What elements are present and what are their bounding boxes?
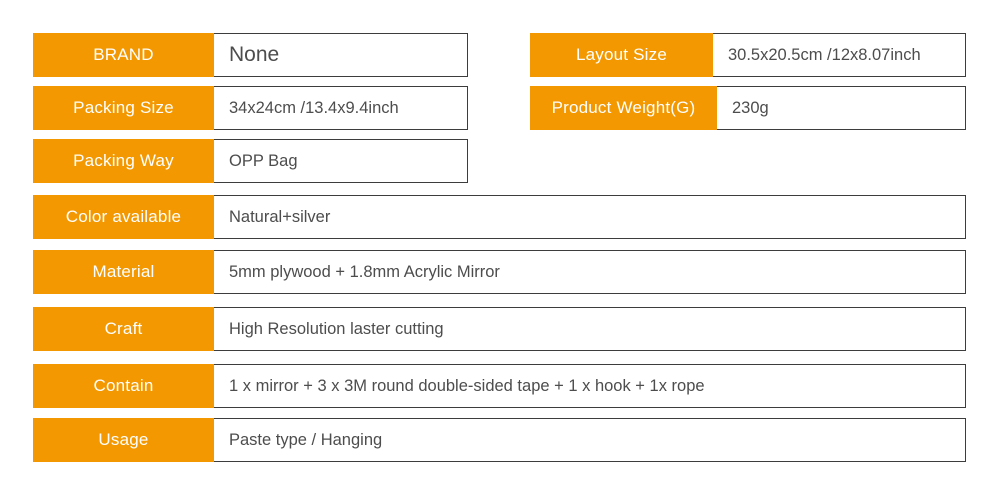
table-row: Craft High Resolution laster cutting — [33, 307, 966, 351]
table-row: Usage Paste type / Hanging — [33, 418, 966, 462]
spec-label-material: Material — [33, 250, 214, 294]
spec-label-craft: Craft — [33, 307, 214, 351]
table-row: Layout Size 30.5x20.5cm /12x8.07inch — [530, 33, 966, 77]
spec-value-packing-way: OPP Bag — [214, 139, 468, 183]
table-row: Material 5mm plywood + 1.8mm Acrylic Mir… — [33, 250, 966, 294]
spec-value-usage: Paste type / Hanging — [214, 418, 966, 462]
spec-label-packing-size: Packing Size — [33, 86, 214, 130]
table-row: BRAND None — [33, 33, 468, 77]
table-row: Packing Size 34x24cm /13.4x9.4inch — [33, 86, 468, 130]
spec-label-color-available: Color available — [33, 195, 214, 239]
spec-value-color-available: Natural+silver — [214, 195, 966, 239]
spec-label-packing-way: Packing Way — [33, 139, 214, 183]
spec-label-product-weight: Product Weight(G) — [530, 86, 717, 130]
table-row: Packing Way OPP Bag — [33, 139, 468, 183]
table-row: Color available Natural+silver — [33, 195, 966, 239]
spec-label-usage: Usage — [33, 418, 214, 462]
spec-value-product-weight: 230g — [717, 86, 966, 130]
spec-value-contain: 1 x mirror + 3 x 3M round double-sided t… — [214, 364, 966, 408]
spec-label-contain: Contain — [33, 364, 214, 408]
table-row: Contain 1 x mirror + 3 x 3M round double… — [33, 364, 966, 408]
spec-value-packing-size: 34x24cm /13.4x9.4inch — [214, 86, 468, 130]
spec-value-brand: None — [214, 33, 468, 77]
spec-label-layout-size: Layout Size — [530, 33, 713, 77]
spec-value-material: 5mm plywood + 1.8mm Acrylic Mirror — [214, 250, 966, 294]
product-specification-table: BRAND None Packing Size 34x24cm /13.4x9.… — [0, 0, 1000, 500]
spec-value-craft: High Resolution laster cutting — [214, 307, 966, 351]
table-row: Product Weight(G) 230g — [530, 86, 966, 130]
spec-value-layout-size: 30.5x20.5cm /12x8.07inch — [713, 33, 966, 77]
spec-label-brand: BRAND — [33, 33, 214, 77]
